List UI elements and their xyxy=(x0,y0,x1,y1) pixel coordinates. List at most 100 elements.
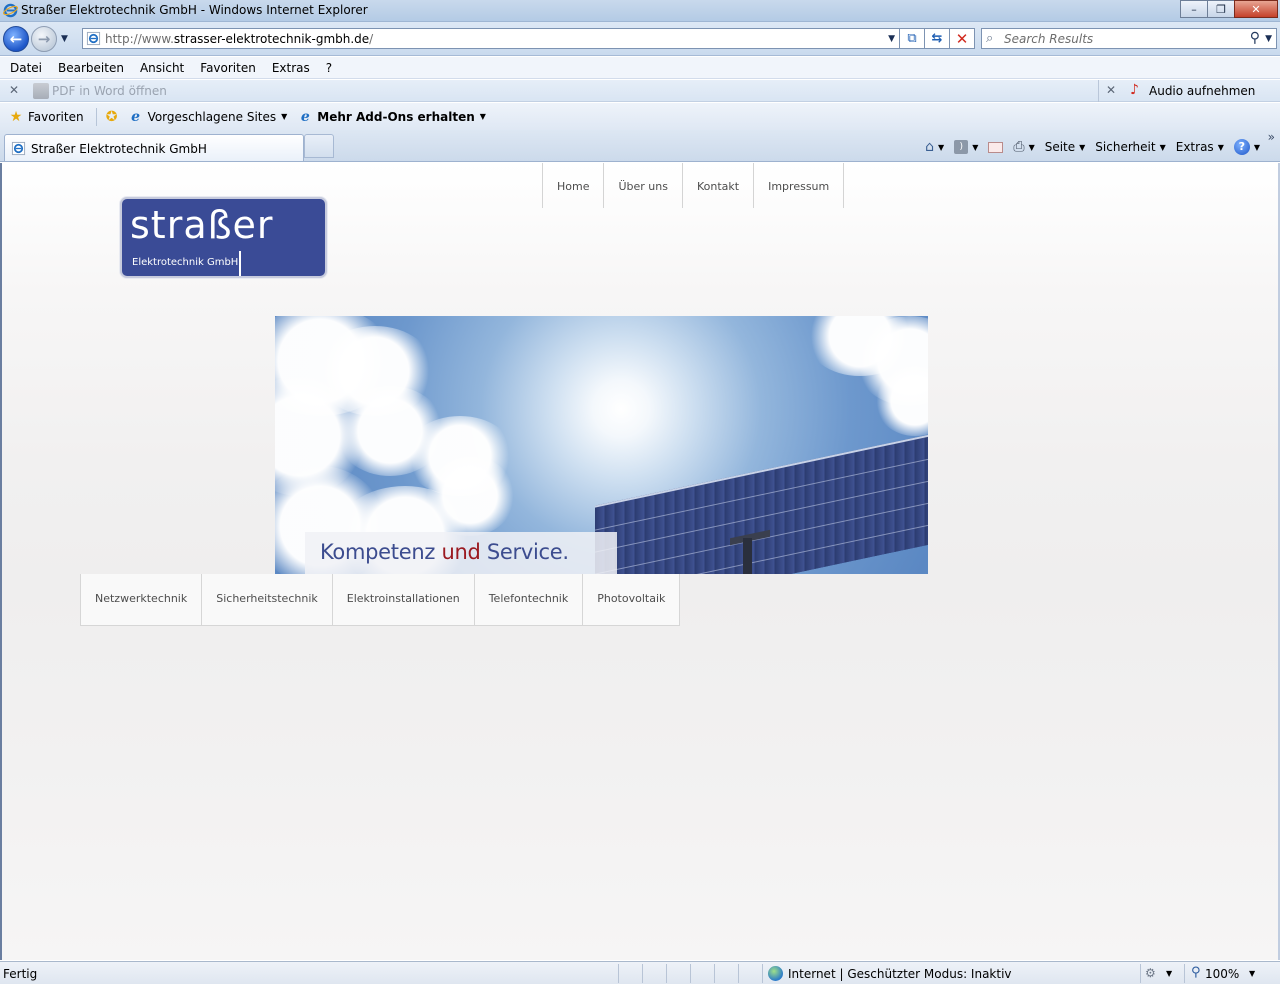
chevron-down-icon: ▼ xyxy=(1253,142,1260,152)
tools-menu-button[interactable]: Extras ▼ xyxy=(1176,140,1224,154)
toolbar-divider xyxy=(1098,80,1099,102)
home-icon: ⌂ xyxy=(925,139,935,155)
security-zone-text[interactable]: Internet | Geschützter Modus: Inaktiv xyxy=(788,967,1012,981)
window-title: Straßer Elektrotechnik GmbH - Windows In… xyxy=(21,3,368,17)
forward-button[interactable]: → xyxy=(31,26,57,52)
logo-wordmark: straßer xyxy=(130,203,274,247)
page-ie-icon xyxy=(11,141,26,156)
internet-zone-globe-icon xyxy=(768,966,783,981)
safety-menu-button[interactable]: Sicherheit ▼ xyxy=(1095,140,1165,154)
stop-button[interactable]: ✕ xyxy=(950,28,975,49)
favorites-bar: ★ Favoriten ✪ e Vorgeschlagene Sites ▼ e… xyxy=(0,103,1280,130)
zoom-level[interactable]: 100% xyxy=(1205,967,1239,981)
refresh-button[interactable]: ⇆ xyxy=(925,28,950,49)
refresh-icon: ⇆ xyxy=(931,31,943,46)
chevron-down-icon: ▼ xyxy=(1028,142,1035,152)
logo-subtitle: Elektrotechnik GmbH xyxy=(132,257,239,268)
favorites-button[interactable]: ★ Favoriten xyxy=(8,109,84,125)
close-window-button[interactable]: ✕ xyxy=(1234,0,1278,18)
history-dropdown-icon[interactable]: ▼ xyxy=(61,34,68,44)
menu-datei[interactable]: Datei xyxy=(2,61,50,75)
status-bar: Fertig Internet | Geschützter Modus: Ina… xyxy=(0,961,1280,984)
hero-banner: Kompetenz und Service. xyxy=(275,316,928,574)
feeds-button[interactable]: ) ▼ xyxy=(954,140,978,154)
back-button[interactable]: ← xyxy=(3,26,29,52)
pdf-to-word-button[interactable]: PDF in Word öffnen xyxy=(52,84,167,98)
favorites-divider xyxy=(95,107,97,126)
protected-mode-icon[interactable]: ⚙ xyxy=(1145,966,1156,980)
nav-home[interactable]: Home xyxy=(542,163,603,208)
rss-feed-icon: ) xyxy=(954,140,969,154)
status-divider xyxy=(618,964,619,983)
chevron-down-icon[interactable]: ▼ xyxy=(1166,969,1172,978)
record-audio-icon: ♪ xyxy=(1130,82,1139,98)
zoom-magnifier-icon[interactable]: ⚲ xyxy=(1191,965,1201,980)
zoom-dropdown-icon[interactable]: ▼ xyxy=(1249,969,1255,978)
suggested-sites-button[interactable]: e Vorgeschlagene Sites ▼ xyxy=(128,109,288,125)
nav-netzwerktechnik[interactable]: Netzwerktechnik xyxy=(81,574,203,625)
new-tab-button[interactable] xyxy=(304,134,334,158)
ie-logo-icon xyxy=(3,3,18,18)
menu-favoriten[interactable]: Favoriten xyxy=(192,61,264,75)
safety-menu-label: Sicherheit xyxy=(1095,140,1156,154)
nav-impressum[interactable]: Impressum xyxy=(753,163,845,208)
search-box[interactable]: ⌕ ⚲ ▼ xyxy=(981,28,1277,49)
nav-kontakt[interactable]: Kontakt xyxy=(681,163,753,208)
add-to-favorites-bar-button[interactable]: ✪ xyxy=(104,109,124,125)
status-divider xyxy=(762,964,763,983)
record-audio-button[interactable]: Audio aufnehmen xyxy=(1149,84,1255,98)
menu-ansicht[interactable]: Ansicht xyxy=(132,61,192,75)
pdf-word-icon xyxy=(33,83,49,99)
ie-link-icon: e xyxy=(300,108,310,125)
more-commands-chevron-icon[interactable]: » xyxy=(1268,130,1275,144)
stop-icon: ✕ xyxy=(955,29,969,48)
magnifier-icon[interactable]: ⚲ xyxy=(1250,30,1260,46)
page-menu-button[interactable]: Seite ▼ xyxy=(1045,140,1086,154)
more-addons-button[interactable]: e Mehr Add-Ons erhalten ▼ xyxy=(297,109,486,125)
address-field[interactable]: http://www.strasser-elektrotechnik-gmbh.… xyxy=(82,28,900,49)
menu-bar: Datei Bearbeiten Ansicht Favoriten Extra… xyxy=(0,57,1280,79)
status-divider xyxy=(642,964,643,983)
nav-elektroinstallationen[interactable]: Elektroinstallationen xyxy=(333,574,475,625)
help-button[interactable]: ? ▼ xyxy=(1233,139,1260,155)
nav-photovoltaik[interactable]: Photovoltaik xyxy=(583,574,679,625)
compatibility-view-button[interactable]: ⧉ xyxy=(900,28,925,49)
suggested-sites-label: Vorgeschlagene Sites xyxy=(147,109,277,124)
menu-help[interactable]: ? xyxy=(318,61,340,75)
tab-label: Straßer Elektrotechnik GmbH xyxy=(31,142,207,156)
close-pdf-toolbar-icon[interactable]: ✕ xyxy=(9,83,19,97)
minimize-button[interactable]: – xyxy=(1180,0,1208,18)
nav-telefontechnik[interactable]: Telefontechnik xyxy=(475,574,584,625)
chevron-down-icon: ▼ xyxy=(1217,142,1224,152)
read-mail-button[interactable] xyxy=(988,141,1004,153)
address-dropdown-icon[interactable]: ▼ xyxy=(888,34,895,44)
services-nav: Netzwerktechnik Sicherheitstechnik Elekt… xyxy=(80,574,681,626)
nav-ueber-uns[interactable]: Über uns xyxy=(603,163,682,208)
nav-sicherheitstechnik[interactable]: Sicherheitstechnik xyxy=(202,574,333,625)
search-options-dropdown-icon[interactable]: ▼ xyxy=(1265,34,1272,44)
forward-arrow-icon: → xyxy=(37,30,51,48)
chevron-down-icon: ▼ xyxy=(281,112,288,121)
close-audio-toolbar-icon[interactable]: ✕ xyxy=(1106,83,1116,97)
tab-active[interactable]: Straßer Elektrotechnik GmbH xyxy=(4,134,304,161)
chevron-down-icon: ▼ xyxy=(479,112,486,121)
menu-bearbeiten[interactable]: Bearbeiten xyxy=(50,61,132,75)
solar-pole xyxy=(743,538,752,574)
site-logo[interactable]: straßer Elektrotechnik GmbH xyxy=(120,197,327,278)
addon-toolbar: ✕ PDF in Word öffnen ✕ ♪ Audio aufnehmen xyxy=(0,80,1280,102)
solar-panel-illustration xyxy=(595,416,928,574)
chevron-down-icon: ▼ xyxy=(1079,142,1086,152)
print-button[interactable]: ⎙ ▼ xyxy=(1013,139,1034,155)
url-text: http://www.strasser-elektrotechnik-gmbh.… xyxy=(105,32,374,46)
home-button[interactable]: ⌂ ▼ xyxy=(925,139,944,155)
favorites-label: Favoriten xyxy=(28,109,84,124)
search-provider-icon: ⌕ xyxy=(986,31,994,46)
status-divider xyxy=(666,964,667,983)
title-bar: Straßer Elektrotechnik GmbH - Windows In… xyxy=(0,0,1280,22)
menu-extras[interactable]: Extras xyxy=(264,61,318,75)
chevron-down-icon: ▼ xyxy=(972,142,979,152)
page-menu-label: Seite xyxy=(1044,140,1076,154)
maximize-button[interactable]: ❐ xyxy=(1207,0,1235,18)
search-input[interactable] xyxy=(1004,31,1244,46)
status-text: Fertig xyxy=(3,967,38,981)
